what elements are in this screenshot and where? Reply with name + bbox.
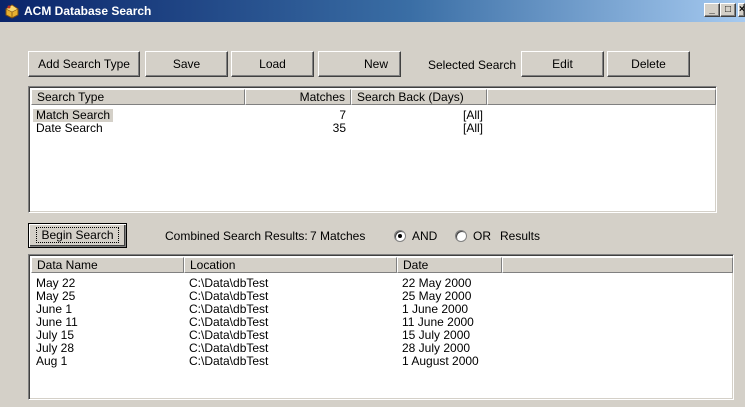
load-label: Load — [259, 57, 286, 71]
and-radio[interactable] — [394, 230, 406, 242]
or-radio-label[interactable]: OR — [473, 229, 491, 243]
location-cell: C:\Data\dbTest — [189, 354, 269, 368]
save-label: Save — [172, 57, 201, 71]
close-button[interactable]: × — [738, 3, 745, 17]
results-label: Results — [500, 229, 541, 243]
selected-search-label: Selected Search — [428, 58, 517, 72]
maximize-button[interactable]: □ — [720, 3, 736, 17]
date-cell: 1 August 2000 — [402, 354, 479, 368]
column-header-label: Date — [403, 258, 429, 272]
edit-label: Edit — [552, 57, 573, 71]
list-item[interactable]: Match Search 7 [All] — [31, 109, 716, 122]
column-header-data-name[interactable]: Data Name — [31, 257, 184, 273]
delete-label: Delete — [631, 57, 666, 71]
save-button[interactable]: Save — [145, 51, 228, 77]
column-header-filler — [487, 89, 716, 105]
column-header-label: Search Type — [37, 90, 105, 104]
column-header-location[interactable]: Location — [184, 257, 397, 273]
search-type-list[interactable]: Search Type Matches Search Back (Days) M… — [28, 86, 717, 213]
table-row[interactable]: May 22 C:\Data\dbTest 22 May 2000 — [31, 277, 733, 290]
column-header-filler — [502, 257, 733, 273]
close-icon: × — [739, 4, 745, 15]
radio-selected-dot — [398, 234, 402, 238]
matches-cell: 7 — [339, 108, 346, 122]
table-row[interactable]: June 11 C:\Data\dbTest 11 June 2000 — [31, 316, 733, 329]
data-name-cell: Aug 1 — [36, 354, 68, 368]
results-list[interactable]: Data Name Location Date May 22 C:\Data\d… — [28, 254, 734, 400]
column-header-label: Data Name — [37, 258, 98, 272]
add-search-type-button[interactable]: Add Search Type — [28, 51, 140, 77]
search-back-cell: [All] — [462, 121, 483, 135]
and-radio-label[interactable]: AND — [412, 229, 437, 243]
search-type-list-header: Search Type Matches Search Back (Days) — [31, 89, 716, 105]
add-search-type-label: Add Search Type — [38, 57, 130, 71]
matches-cell: 35 — [332, 121, 346, 135]
minimize-button[interactable]: _ — [704, 3, 720, 17]
edit-button[interactable]: Edit — [521, 51, 604, 77]
search-type-cell: Date Search — [36, 121, 103, 135]
column-header-search-back[interactable]: Search Back (Days) — [351, 89, 487, 105]
combined-results-count: 7 Matches — [310, 229, 366, 243]
column-header-label: Matches — [299, 90, 345, 104]
new-label: New — [363, 57, 388, 71]
load-button[interactable]: Load — [231, 51, 314, 77]
column-header-search-type[interactable]: Search Type — [31, 89, 245, 105]
column-header-label: Location — [190, 258, 236, 272]
column-header-label: Search Back (Days) — [357, 90, 464, 104]
results-list-header: Data Name Location Date — [31, 257, 733, 273]
table-row[interactable]: June 1 C:\Data\dbTest 1 June 2000 — [31, 303, 733, 316]
main-window: ACM Database Search _ □ × Add Search Typ… — [0, 0, 745, 407]
app-icon — [5, 4, 19, 19]
table-row[interactable]: Aug 1 C:\Data\dbTest 1 August 2000 — [31, 355, 733, 368]
minimize-icon: _ — [709, 4, 715, 15]
column-header-date[interactable]: Date — [397, 257, 502, 273]
list-item[interactable]: Date Search 35 [All] — [31, 122, 716, 135]
title-bar[interactable]: ACM Database Search _ □ × — [0, 0, 745, 22]
table-row[interactable]: May 25 C:\Data\dbTest 25 May 2000 — [31, 290, 733, 303]
new-button[interactable]: New — [318, 51, 401, 77]
table-row[interactable]: July 15 C:\Data\dbTest 15 July 2000 — [31, 329, 733, 342]
or-radio[interactable] — [455, 230, 467, 242]
table-row[interactable]: July 28 C:\Data\dbTest 28 July 2000 — [31, 342, 733, 355]
combined-results-label: Combined Search Results: — [165, 229, 308, 243]
column-header-matches[interactable]: Matches — [245, 89, 351, 105]
maximize-icon: □ — [724, 4, 732, 15]
begin-search-label: Begin Search — [36, 227, 119, 243]
begin-search-button[interactable]: Begin Search — [28, 223, 127, 248]
window-title: ACM Database Search — [24, 4, 152, 18]
delete-button[interactable]: Delete — [607, 51, 690, 77]
